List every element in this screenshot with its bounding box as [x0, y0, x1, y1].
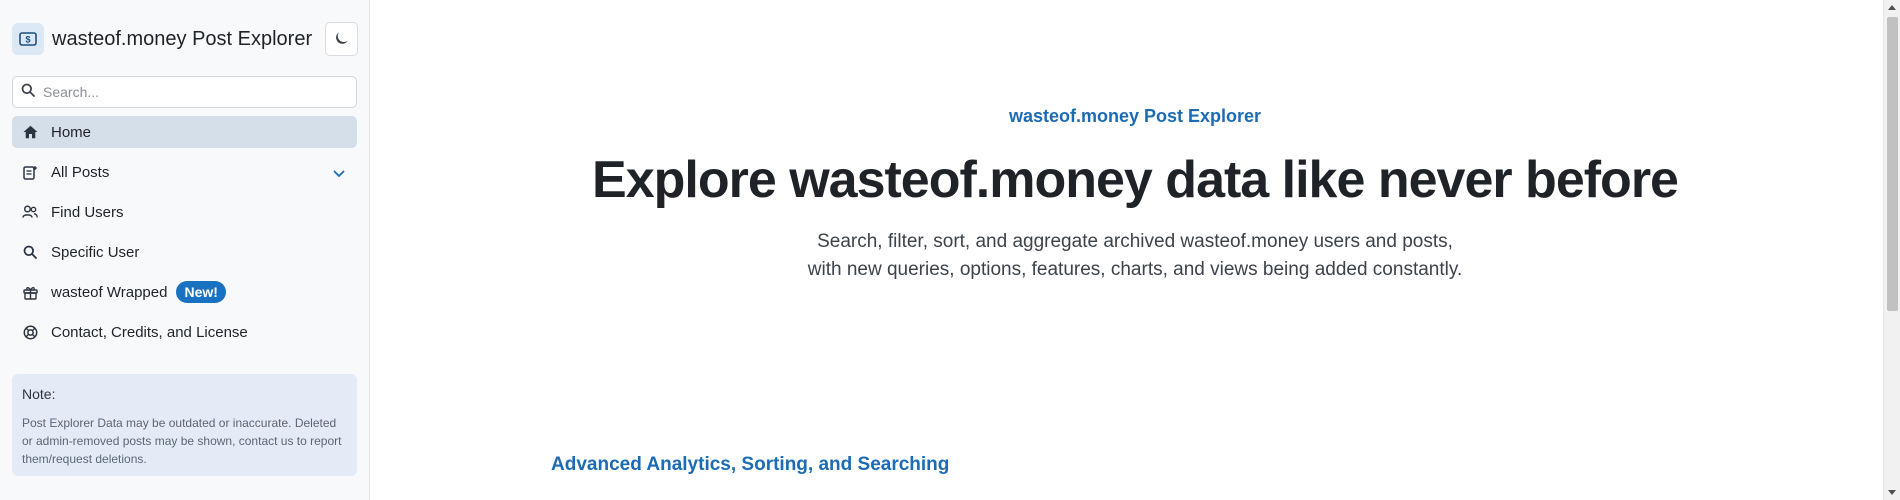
theme-toggle-button[interactable]: [325, 22, 358, 56]
sidebar-item-label: Specific User: [51, 243, 140, 261]
hero-headline: Explore wasteof.money data like never be…: [592, 151, 1679, 209]
page-scrollbar[interactable]: [1883, 0, 1900, 500]
users-icon: [22, 204, 38, 220]
hero-subtitle-line: Search, filter, sort, and aggregate arch…: [817, 231, 1453, 252]
posts-icon: [22, 164, 38, 180]
note-title: Note:: [22, 386, 56, 402]
brand-title: wasteof.money Post Explorer: [52, 27, 313, 50]
hero-subtitle: Search, filter, sort, and aggregate arch…: [370, 228, 1900, 284]
search-input[interactable]: [43, 84, 343, 100]
scroll-up-arrow[interactable]: [1888, 5, 1896, 10]
sidebar-item-all-posts[interactable]: All Posts: [12, 156, 357, 188]
sidebar-nav: Home All Posts Find Users Specific User …: [12, 116, 357, 356]
search-icon: [21, 83, 35, 102]
sidebar-item-label: Find Users: [51, 203, 124, 221]
sidebar-item-label: Home: [51, 123, 92, 141]
note-box: Note: Post Explorer Data may be outdated…: [12, 374, 357, 476]
money-icon: $: [12, 23, 44, 55]
sidebar-item-label: wasteof Wrapped: [51, 283, 168, 301]
scroll-down-arrow[interactable]: [1888, 490, 1896, 495]
main-content: wasteof.money Post Explorer Explore wast…: [370, 0, 1900, 500]
section-title: Advanced Analytics, Sorting, and Searchi…: [551, 454, 950, 475]
sidebar-item-contact[interactable]: Contact, Credits, and License: [12, 316, 357, 348]
sidebar-item-home[interactable]: Home: [12, 116, 357, 148]
lifebuoy-icon: [22, 324, 38, 340]
search-field[interactable]: [12, 76, 357, 108]
app-root: $ wasteof.money Post Explorer Search... …: [0, 0, 1900, 500]
new-badge: New!: [176, 281, 226, 303]
home-icon: [22, 124, 38, 140]
sidebar-item-specific-user[interactable]: Specific User: [12, 236, 357, 268]
chevron-down-icon[interactable]: [333, 165, 345, 182]
sidebar-item-find-users[interactable]: Find Users: [12, 196, 357, 228]
sidebar-item-wasteof-wrapped[interactable]: wasteof Wrapped New!: [12, 276, 357, 308]
brand[interactable]: $ wasteof.money Post Explorer: [12, 23, 312, 55]
scroll-thumb[interactable]: [1887, 17, 1898, 311]
moon-icon: [334, 30, 350, 49]
note-text: Post Explorer Data may be outdated or in…: [22, 416, 342, 466]
sidebar: $ wasteof.money Post Explorer Search... …: [0, 0, 370, 500]
search-icon: [22, 244, 38, 260]
hero-eyebrow: wasteof.money Post Explorer: [1008, 106, 1262, 126]
sidebar-item-label: All Posts: [51, 163, 110, 181]
gift-icon: [22, 284, 38, 300]
sidebar-item-label: Contact, Credits, and License: [51, 323, 248, 341]
hero-subtitle-line: with new queries, options, features, cha…: [807, 259, 1463, 280]
svg-text:$: $: [25, 35, 30, 45]
